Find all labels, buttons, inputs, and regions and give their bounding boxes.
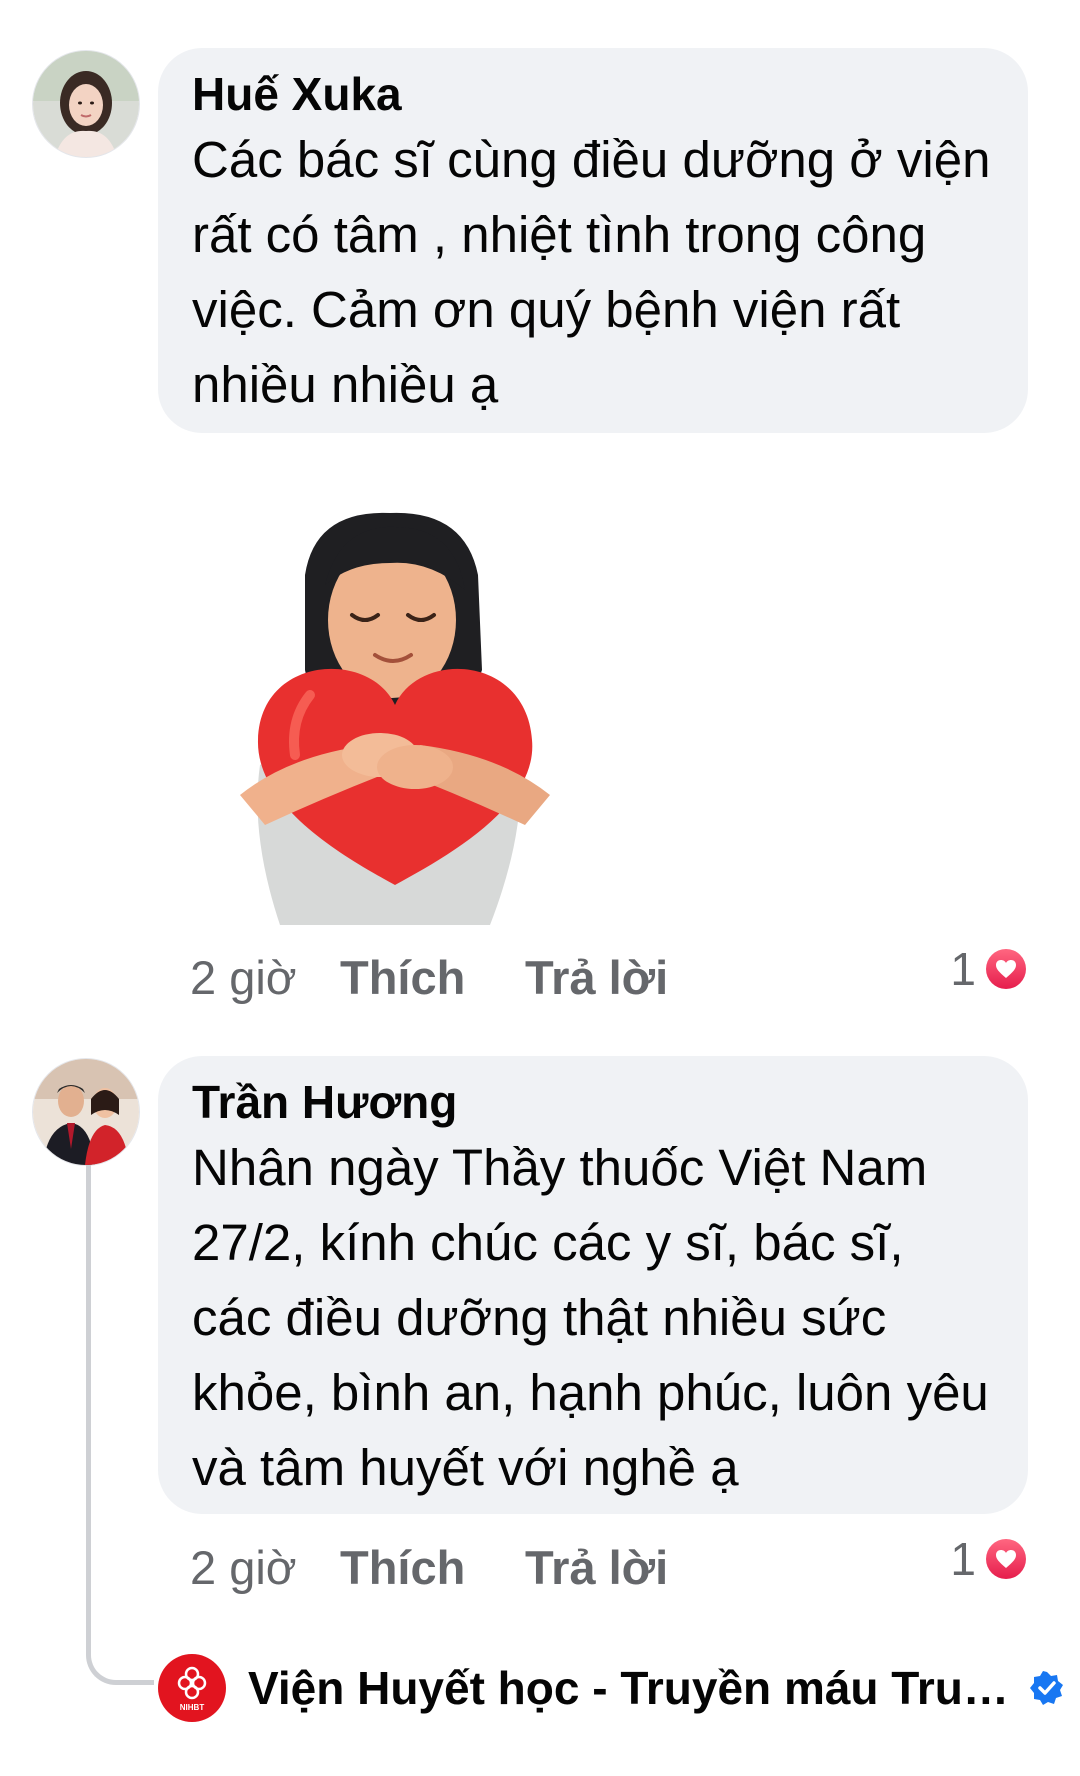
reply-button[interactable]: Trả lời	[525, 950, 668, 1006]
comment-actions: 2 giờ Thích Trả lời	[190, 1540, 668, 1596]
comment-bubble[interactable]: Huế Xuka Các bác sĩ cùng điều dưỡng ở vi…	[158, 48, 1028, 433]
page-logo-avatar[interactable]: NIHBT	[158, 1654, 226, 1722]
reply-preview[interactable]: NIHBT Viện Huyết học - Truyền máu Trun..…	[158, 1648, 1070, 1728]
reply-author[interactable]: Viện Huyết học - Truyền máu Trun...	[248, 1661, 1018, 1715]
comment-author[interactable]: Trần Hương	[192, 1074, 994, 1130]
reply-button[interactable]: Trả lời	[525, 1540, 668, 1596]
comment-time: 2 giờ	[190, 1541, 297, 1594]
reaction-count: 1	[950, 1533, 976, 1585]
comment-text: Các bác sĩ cùng điều dưỡng ở viện rất có…	[192, 131, 991, 413]
nihbt-logo-icon: NIHBT	[177, 1666, 207, 1712]
comment-author[interactable]: Huế Xuka	[192, 66, 994, 122]
logo-text: NIHBT	[180, 1703, 205, 1712]
thread-connector	[86, 1165, 154, 1685]
like-button[interactable]: Thích	[340, 950, 525, 1006]
avatar-hue-xuka[interactable]	[32, 50, 140, 158]
reaction-summary[interactable]: 1	[950, 942, 1028, 996]
comment-text: Nhân ngày Thầy thuốc Việt Nam 27/2, kính…	[192, 1139, 989, 1496]
verified-badge-icon	[1030, 1671, 1063, 1705]
comment-time: 2 giờ	[190, 951, 297, 1004]
like-button[interactable]: Thích	[340, 1540, 525, 1596]
comment-bubble[interactable]: Trần Hương Nhân ngày Thầy thuốc Việt Nam…	[158, 1056, 1028, 1514]
avatar-tran-huong[interactable]	[32, 1058, 140, 1166]
reaction-count: 1	[950, 943, 976, 995]
comment-actions: 2 giờ Thích Trả lời	[190, 950, 668, 1006]
heart-icon	[984, 1537, 1028, 1581]
reaction-summary[interactable]: 1	[950, 1532, 1028, 1586]
heart-icon	[984, 947, 1028, 991]
heart-hug-sticker	[240, 512, 550, 925]
